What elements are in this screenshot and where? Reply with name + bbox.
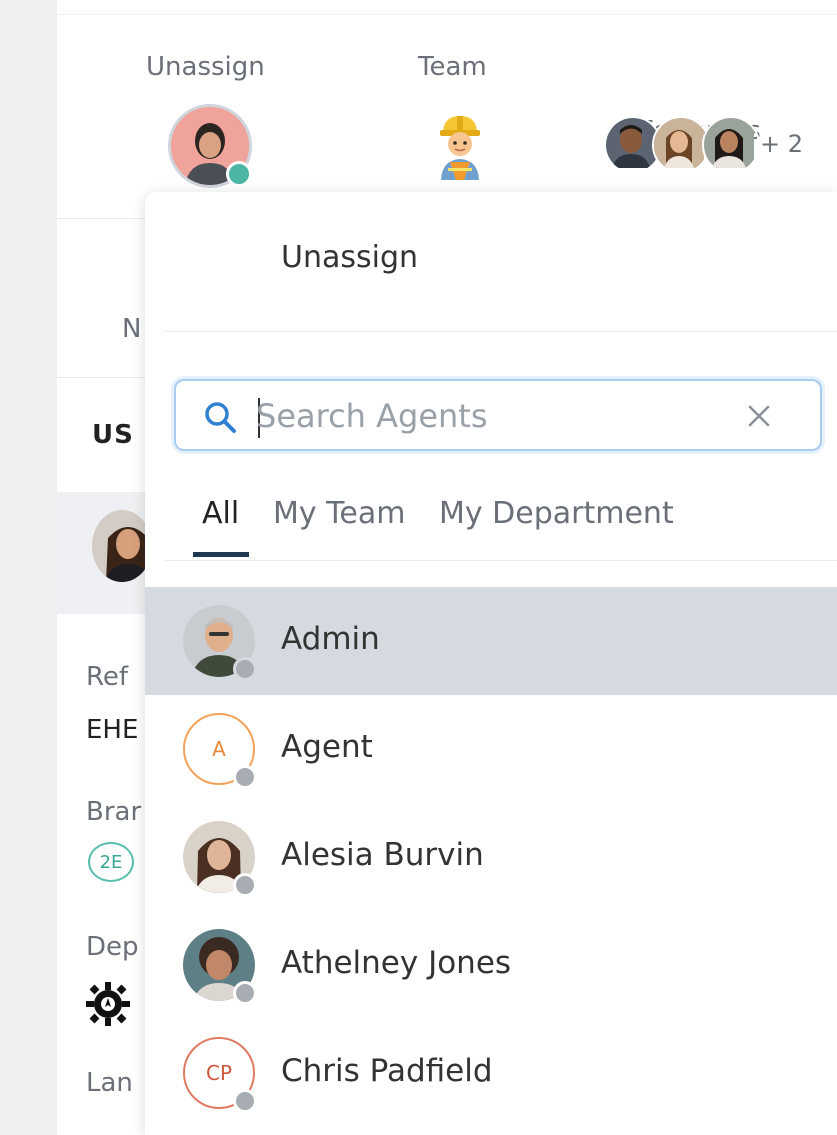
assign-agent-dropdown: Unassign All My Team My Department Admin… bbox=[145, 192, 837, 1135]
brand-badge: 2E bbox=[88, 842, 134, 882]
department-gear-icon bbox=[86, 982, 130, 1026]
brand-label: Brar bbox=[86, 797, 142, 827]
clear-search-icon[interactable] bbox=[744, 401, 774, 431]
construction-worker-icon[interactable] bbox=[430, 110, 490, 180]
divider bbox=[165, 331, 837, 332]
truncated-tab-label: N bbox=[122, 314, 142, 344]
agent-name: Agent bbox=[281, 729, 373, 765]
agent-list: Admin A Agent Alesia Burvin Athelney Jon… bbox=[145, 587, 837, 1127]
language-label: Lan bbox=[86, 1068, 133, 1098]
agent-name: Chris Padfield bbox=[281, 1053, 493, 1089]
agent-row-athelney-jones[interactable]: Athelney Jones bbox=[145, 911, 837, 1019]
online-status-dot bbox=[226, 161, 252, 187]
unassign-header-label: Unassign bbox=[146, 52, 265, 82]
department-label: Dep bbox=[86, 932, 139, 962]
tab-all[interactable]: All bbox=[202, 496, 239, 531]
offline-status-dot bbox=[233, 873, 257, 897]
agent-name: Admin bbox=[281, 621, 380, 657]
agent-name: Alesia Burvin bbox=[281, 837, 484, 873]
tab-my-team[interactable]: My Team bbox=[273, 496, 405, 531]
agent-search-box[interactable] bbox=[174, 379, 822, 451]
agent-row-admin[interactable]: Admin bbox=[145, 587, 837, 695]
follower-avatar[interactable] bbox=[702, 116, 760, 174]
tab-my-department[interactable]: My Department bbox=[439, 496, 674, 531]
offline-status-dot bbox=[233, 657, 257, 681]
ref-value: EHE bbox=[86, 715, 139, 745]
offline-status-dot bbox=[233, 981, 257, 1005]
search-icon bbox=[205, 402, 236, 433]
divider bbox=[165, 560, 837, 561]
unassign-option[interactable]: Unassign bbox=[281, 240, 418, 275]
agent-row-alesia-burvin[interactable]: Alesia Burvin bbox=[145, 803, 837, 911]
active-tab-indicator bbox=[193, 552, 249, 557]
offline-status-dot bbox=[233, 1089, 257, 1113]
followers-more-count[interactable]: + 2 bbox=[760, 130, 803, 158]
offline-status-dot bbox=[233, 765, 257, 789]
truncated-section-heading: US bbox=[92, 420, 134, 450]
agent-name: Athelney Jones bbox=[281, 945, 512, 981]
agent-row-agent[interactable]: A Agent bbox=[145, 695, 837, 803]
customer-avatar bbox=[92, 510, 152, 582]
divider bbox=[57, 14, 837, 15]
agent-row-chris-padfield[interactable]: CP Chris Padfield bbox=[145, 1019, 837, 1127]
divider bbox=[57, 218, 157, 219]
team-header-label: Team bbox=[418, 52, 487, 82]
left-gutter bbox=[0, 0, 58, 1135]
divider bbox=[57, 377, 157, 378]
search-agents-input[interactable] bbox=[256, 389, 716, 443]
ref-label: Ref bbox=[86, 662, 129, 692]
